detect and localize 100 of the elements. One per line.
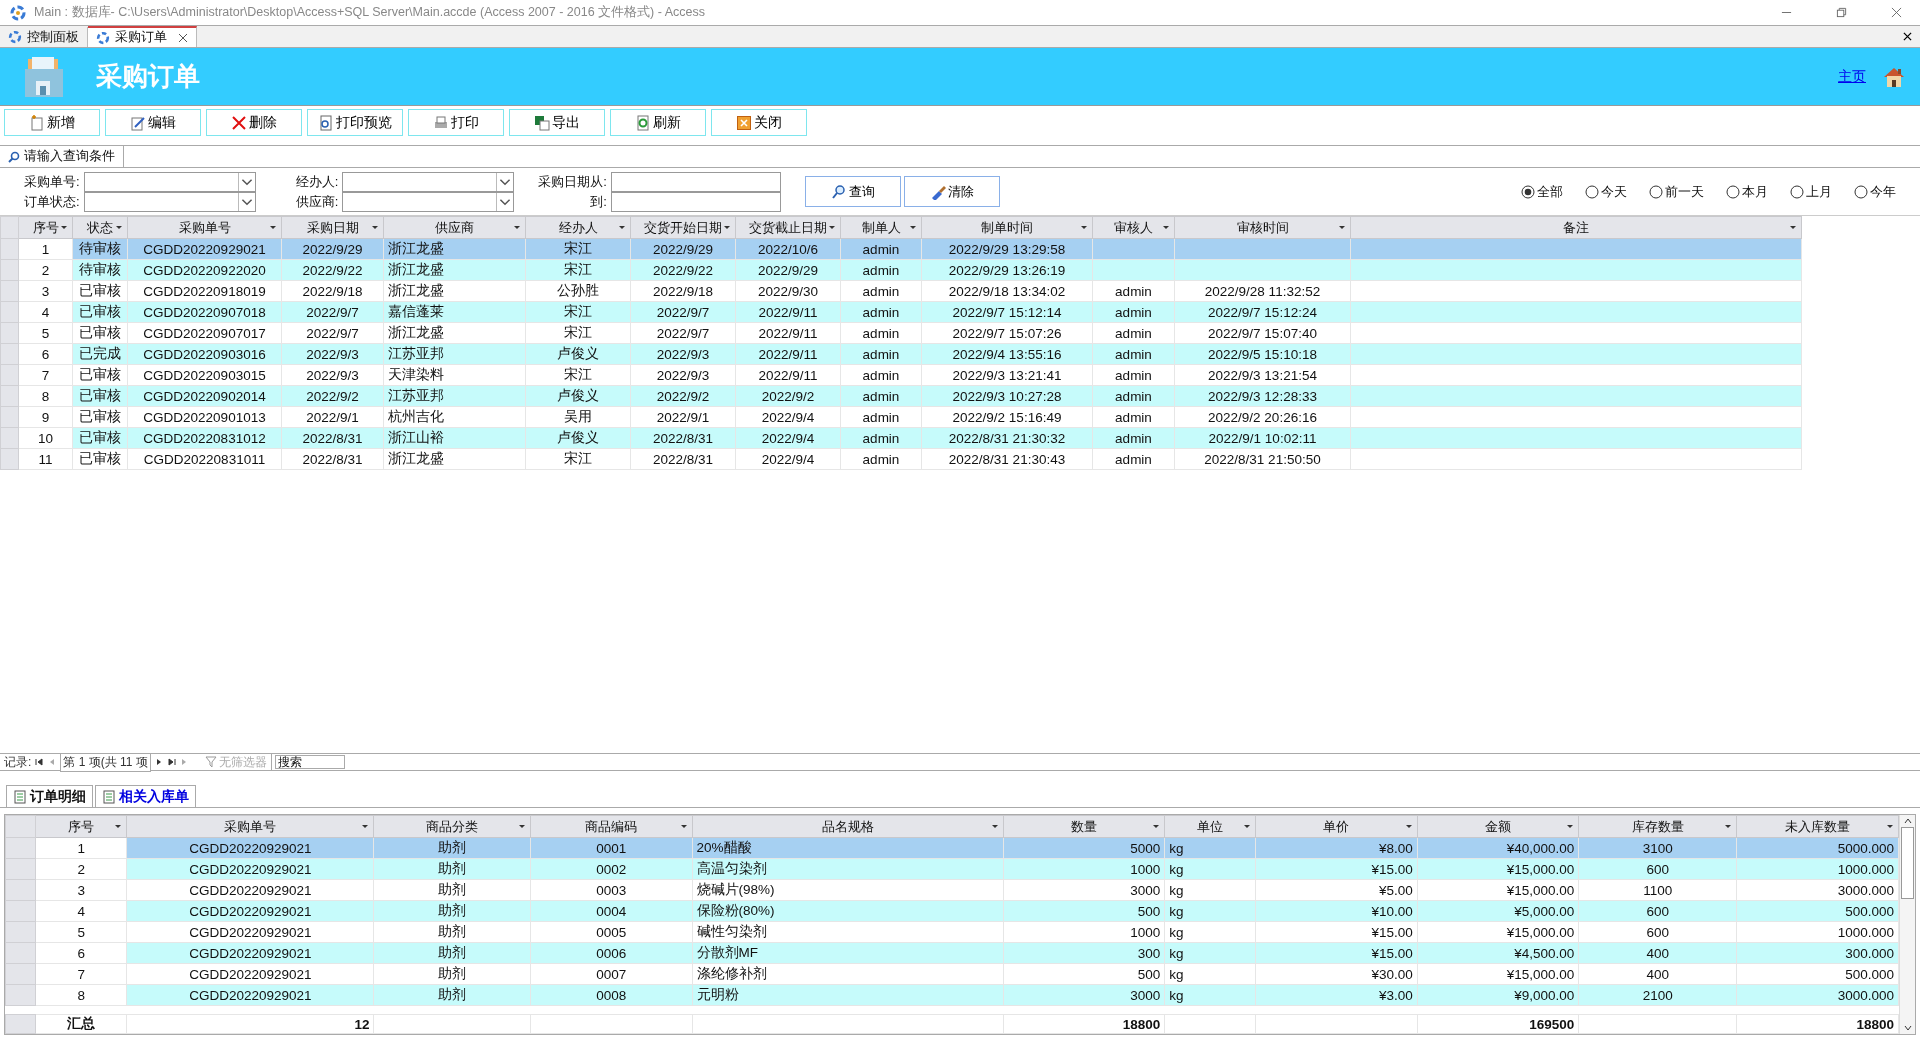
column-header[interactable]: 商品编码 xyxy=(530,815,692,838)
range-radio[interactable]: 今年 xyxy=(1854,182,1896,201)
dropdown-field[interactable] xyxy=(83,191,256,212)
caret-icon[interactable] xyxy=(114,822,123,830)
range-radio[interactable]: 今天 xyxy=(1585,182,1627,201)
field-label: 采购日期从: xyxy=(538,172,607,191)
column-header[interactable]: 交货开始日期 xyxy=(630,216,736,239)
toolbar-button[interactable]: 打印 xyxy=(408,109,504,136)
column-header[interactable]: 审核时间 xyxy=(1174,216,1351,239)
close-icon[interactable] xyxy=(1903,32,1912,41)
range-radio[interactable]: 全部 xyxy=(1521,182,1563,201)
dropdown-field[interactable] xyxy=(342,171,515,192)
table-cell: CGDD20220929021 xyxy=(126,900,374,922)
radio-icon[interactable] xyxy=(1726,184,1740,199)
document-tab[interactable]: 采购订单 xyxy=(88,26,197,47)
column-header[interactable]: 审核人 xyxy=(1092,216,1175,239)
caret-icon[interactable] xyxy=(723,223,731,231)
column-header[interactable]: 交货截止日期 xyxy=(735,216,841,239)
close-icon[interactable] xyxy=(178,32,188,43)
toolbar-button[interactable]: 关闭 xyxy=(711,109,807,136)
caret-icon[interactable] xyxy=(371,223,379,231)
caret-icon[interactable] xyxy=(1152,822,1161,830)
table-cell: CGDD20220929021 xyxy=(126,879,374,901)
pencil-icon xyxy=(130,114,146,131)
caret-icon[interactable] xyxy=(361,822,370,830)
column-header[interactable]: 未入库数量 xyxy=(1736,815,1899,838)
caret-icon[interactable] xyxy=(1338,223,1346,231)
column-header[interactable]: 库存数量 xyxy=(1578,815,1737,838)
column-header[interactable]: 经办人 xyxy=(525,216,631,239)
caret-icon[interactable] xyxy=(1243,822,1252,830)
column-header[interactable]: 数量 xyxy=(1003,815,1165,838)
table-cell: 2022/9/3 xyxy=(281,364,384,386)
query-button[interactable]: 清除 xyxy=(903,176,1000,207)
caret-icon[interactable] xyxy=(679,822,688,830)
toolbar-button[interactable]: 删除 xyxy=(206,109,302,136)
column-header[interactable]: 金额 xyxy=(1417,815,1579,838)
range-radio[interactable]: 本月 xyxy=(1726,182,1768,201)
caret-icon[interactable] xyxy=(115,223,123,231)
caret-icon[interactable] xyxy=(1886,822,1894,830)
toolbar-button[interactable]: 刷新 xyxy=(610,109,706,136)
caret-icon[interactable] xyxy=(237,172,255,191)
caret-icon[interactable] xyxy=(1080,223,1088,231)
table-cell: CGDD20220903015 xyxy=(127,364,282,386)
query-button[interactable]: 查询 xyxy=(804,176,901,207)
column-header[interactable]: 商品分类 xyxy=(374,815,531,838)
caret-icon[interactable] xyxy=(1789,223,1797,231)
caret-icon[interactable] xyxy=(1566,822,1575,830)
toolbar-button[interactable]: 导出 xyxy=(509,109,605,136)
column-header[interactable]: 采购日期 xyxy=(281,216,384,239)
caret-icon[interactable] xyxy=(237,192,255,211)
last-record-icon[interactable] xyxy=(166,757,177,767)
date-field[interactable] xyxy=(610,191,781,212)
scrollbar-thumb[interactable] xyxy=(1901,827,1914,899)
caret-icon[interactable] xyxy=(513,223,521,231)
radio-icon[interactable] xyxy=(1585,184,1599,199)
column-header[interactable]: 供应商 xyxy=(383,216,526,239)
radio-icon[interactable] xyxy=(1521,184,1535,199)
dropdown-field[interactable] xyxy=(342,191,515,212)
column-header[interactable]: 单位 xyxy=(1164,815,1256,838)
radio-icon[interactable] xyxy=(1790,184,1804,199)
table-cell: 已审核 xyxy=(72,280,128,302)
caret-icon[interactable] xyxy=(517,822,526,830)
toolbar-button[interactable]: 编辑 xyxy=(105,109,201,136)
restore-icon[interactable] xyxy=(1836,7,1847,18)
table-cell: 500.000 xyxy=(1736,963,1899,985)
column-header[interactable]: 采购单号 xyxy=(126,815,374,838)
column-header[interactable]: 制单人 xyxy=(840,216,922,239)
caret-icon[interactable] xyxy=(60,223,68,231)
subform-tab[interactable]: 相关入库单 xyxy=(95,785,196,807)
column-header[interactable]: 品名规格 xyxy=(692,815,1004,838)
table-cell: 2022/9/18 xyxy=(281,280,384,302)
column-header[interactable]: 序号 xyxy=(18,216,73,239)
caret-icon[interactable] xyxy=(1724,822,1733,830)
column-header[interactable]: 制单时间 xyxy=(921,216,1093,239)
caret-icon[interactable] xyxy=(828,223,836,231)
table-cell: 2022/9/2 20:26:16 xyxy=(1174,406,1351,428)
radio-icon[interactable] xyxy=(1854,184,1868,199)
search-field[interactable]: 搜索 xyxy=(274,755,345,769)
subform-tab[interactable]: 订单明细 xyxy=(6,785,93,807)
toolbar-button[interactable]: 新增 xyxy=(4,109,100,136)
column-header[interactable]: 序号 xyxy=(35,815,127,838)
home-link[interactable]: 主页 xyxy=(1838,67,1866,86)
column-header[interactable]: 状态 xyxy=(72,216,128,239)
column-header[interactable]: 采购单号 xyxy=(127,216,282,239)
caret-icon[interactable] xyxy=(1162,223,1170,231)
caret-icon[interactable] xyxy=(618,223,626,231)
toolbar-button[interactable]: 打印预览 xyxy=(307,109,403,136)
caret-icon[interactable] xyxy=(1404,822,1413,830)
radio-icon[interactable] xyxy=(1649,184,1663,199)
window-title: Main : 数据库- C:\Users\Administrator\Desktop\Access+SQL Server\Main.accde (Access 2007 - 2016 文件格式) - Access xyxy=(34,4,705,21)
date-field[interactable] xyxy=(610,171,781,192)
range-radio[interactable]: 上月 xyxy=(1790,182,1832,201)
caret-icon[interactable] xyxy=(909,223,917,231)
column-header[interactable]: 备注 xyxy=(1350,216,1802,239)
caret-icon[interactable] xyxy=(990,822,999,830)
range-radio[interactable]: 前一天 xyxy=(1649,182,1704,201)
caret-icon[interactable] xyxy=(269,223,277,231)
dropdown-field[interactable] xyxy=(83,171,256,192)
column-header[interactable]: 单价 xyxy=(1255,815,1418,838)
first-record-icon[interactable] xyxy=(34,757,45,767)
